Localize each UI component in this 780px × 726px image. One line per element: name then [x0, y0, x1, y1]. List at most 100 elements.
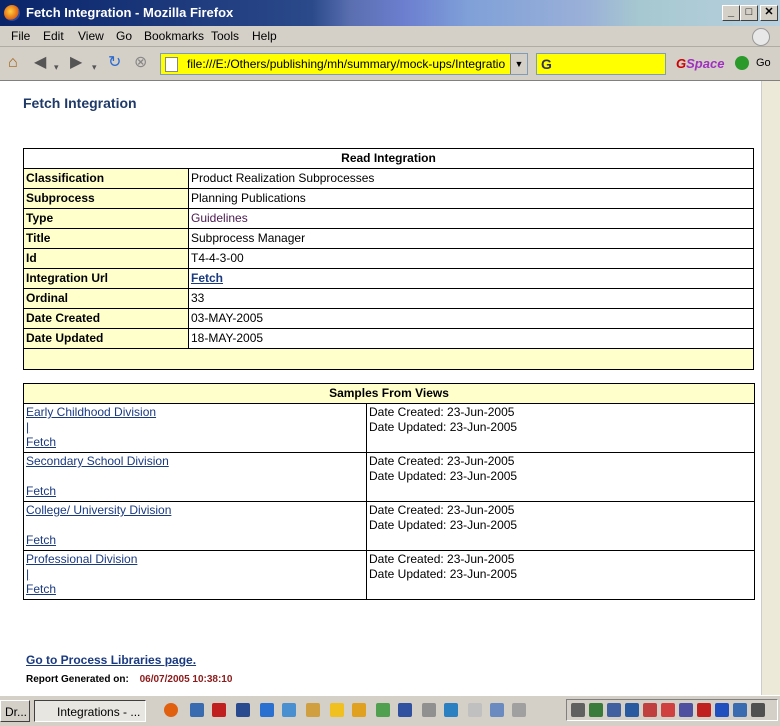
page-content: Fetch Integration Read Integration Class… — [0, 81, 761, 695]
tray-icon[interactable] — [715, 703, 729, 717]
division-link[interactable]: Secondary School Division — [26, 454, 169, 468]
field-label: Date Updated — [23, 328, 189, 349]
field-value: Guidelines — [188, 208, 754, 229]
quicklaunch-icon[interactable] — [512, 703, 526, 717]
quicklaunch-icon[interactable] — [444, 703, 458, 717]
report-timestamp: 06/07/2005 10:38:10 — [139, 674, 233, 685]
quicklaunch-icon[interactable] — [190, 703, 204, 717]
division-link[interactable]: College/ University Division — [26, 503, 171, 517]
table-row: Early Childhood Division | Fetch Date Cr… — [23, 403, 755, 453]
menu-tools[interactable]: Tools — [211, 29, 239, 43]
field-value: 33 — [188, 288, 754, 309]
taskbar-item[interactable]: Dr... — [0, 700, 30, 722]
back-icon[interactable]: ◀ — [34, 55, 46, 71]
date-updated: Date Updated: 23-Jun-2005 — [369, 420, 518, 434]
date-updated: Date Updated: 23-Jun-2005 — [369, 469, 518, 483]
tray-icon[interactable] — [643, 703, 657, 717]
table-row: College/ University Division Fetch Date … — [23, 501, 755, 551]
date-updated: Date Updated: 23-Jun-2005 — [369, 567, 518, 581]
tray-icon[interactable] — [607, 703, 621, 717]
field-label: Subprocess — [23, 188, 189, 209]
url-dropdown-icon[interactable]: ▼ — [510, 54, 527, 74]
fetch-link[interactable]: Fetch — [26, 435, 56, 449]
gspace-button[interactable]: GSpace — [676, 56, 724, 71]
fetch-link[interactable]: Fetch — [26, 484, 56, 498]
field-value: Planning Publications — [188, 188, 754, 209]
field-value: 18-MAY-2005 — [188, 328, 754, 349]
field-label: Ordinal — [23, 288, 189, 309]
close-button[interactable]: ✕ — [760, 5, 778, 21]
menu-help[interactable]: Help — [252, 29, 277, 43]
quicklaunch-icon[interactable] — [422, 703, 436, 717]
quicklaunch-icon[interactable] — [212, 703, 226, 717]
table-row: Date Created 03-MAY-2005 — [23, 308, 754, 329]
field-label: Integration Url — [23, 268, 189, 289]
fetch-link[interactable]: Fetch — [26, 533, 56, 547]
page-icon — [165, 57, 178, 72]
quicklaunch-icon[interactable] — [376, 703, 390, 717]
fetch-link[interactable]: Fetch — [26, 582, 56, 596]
table-row: Date Updated 18-MAY-2005 — [23, 328, 754, 349]
tray-icon[interactable] — [679, 703, 693, 717]
tray-icon[interactable] — [733, 703, 747, 717]
back-dropdown-icon[interactable]: ▾ — [54, 59, 59, 75]
forward-dropdown-icon[interactable]: ▾ — [92, 59, 97, 75]
quicklaunch-icon[interactable] — [282, 703, 296, 717]
tray-icon[interactable] — [625, 703, 639, 717]
menu-view[interactable]: View — [78, 29, 104, 43]
firefox-quicklaunch-icon[interactable] — [164, 703, 178, 717]
table-row: Secondary School Division Fetch Date Cre… — [23, 452, 755, 502]
search-box[interactable]: G — [536, 53, 666, 75]
table-row: Title Subprocess Manager — [23, 228, 754, 249]
field-label: Classification — [23, 168, 189, 189]
menu-go[interactable]: Go — [116, 29, 132, 43]
quicklaunch-icon[interactable] — [352, 703, 366, 717]
division-link[interactable]: Professional Division — [26, 552, 137, 566]
vertical-scrollbar[interactable] — [761, 81, 780, 695]
reload-icon[interactable]: ↻ — [108, 55, 121, 71]
date-created: Date Created: 23-Jun-2005 — [369, 454, 515, 468]
quicklaunch-icon[interactable] — [490, 703, 504, 717]
tray-icon[interactable] — [661, 703, 675, 717]
field-value: Product Realization Subprocesses — [188, 168, 754, 189]
process-libraries-link[interactable]: Go to Process Libraries page. — [26, 653, 196, 667]
tray-icon[interactable] — [571, 703, 585, 717]
quicklaunch-icon[interactable] — [468, 703, 482, 717]
menu-file[interactable]: File — [11, 29, 30, 43]
google-search-icon: G — [541, 56, 552, 72]
menu-edit[interactable]: Edit — [43, 29, 64, 43]
integration-url-link[interactable]: Fetch — [191, 271, 223, 285]
tray-icon[interactable] — [589, 703, 603, 717]
quicklaunch-icon[interactable] — [236, 703, 250, 717]
table-row: Ordinal 33 — [23, 288, 754, 309]
taskbar-item-label: Integrations - ... — [57, 705, 141, 719]
home-icon[interactable]: ⌂ — [8, 55, 18, 71]
table-footer — [23, 348, 754, 370]
table-row: Id T4-4-3-00 — [23, 248, 754, 269]
link-separator: | — [26, 567, 30, 581]
report-generated: Report Generated on: 06/07/2005 10:38:10 — [26, 674, 232, 685]
table-row: Professional Division | Fetch Date Creat… — [23, 550, 755, 600]
maximize-button[interactable]: □ — [740, 5, 758, 21]
taskbar-item-firefox[interactable]: Integrations - ... — [34, 700, 146, 722]
read-integration-header: Read Integration — [23, 148, 754, 169]
zonealarm-icon[interactable] — [697, 703, 711, 717]
quicklaunch-icon[interactable] — [398, 703, 412, 717]
internet-explorer-icon[interactable] — [260, 703, 274, 717]
navigation-toolbar: ⌂ ◀ ▾ ▶ ▾ ↻ ⊗ file:///E:/Others/publishi… — [0, 47, 780, 81]
taskbar: Dr... Integrations - ... — [0, 695, 780, 726]
samples-table: Samples From Views Early Childhood Divis… — [23, 383, 755, 600]
url-bar[interactable]: file:///E:/Others/publishing/mh/summary/… — [160, 53, 528, 75]
division-link[interactable]: Early Childhood Division — [26, 405, 156, 419]
quicklaunch-icon[interactable] — [306, 703, 320, 717]
forward-icon[interactable]: ▶ — [70, 55, 82, 71]
date-created: Date Created: 23-Jun-2005 — [369, 503, 515, 517]
minimize-button[interactable]: _ — [722, 5, 740, 21]
volume-icon[interactable] — [751, 703, 765, 717]
report-label: Report Generated on: — [26, 674, 129, 685]
go-button-label[interactable]: Go — [756, 57, 771, 69]
stop-icon[interactable]: ⊗ — [134, 55, 147, 71]
go-icon[interactable] — [735, 56, 749, 70]
quicklaunch-icon[interactable] — [330, 703, 344, 717]
menu-bookmarks[interactable]: Bookmarks — [144, 29, 204, 43]
